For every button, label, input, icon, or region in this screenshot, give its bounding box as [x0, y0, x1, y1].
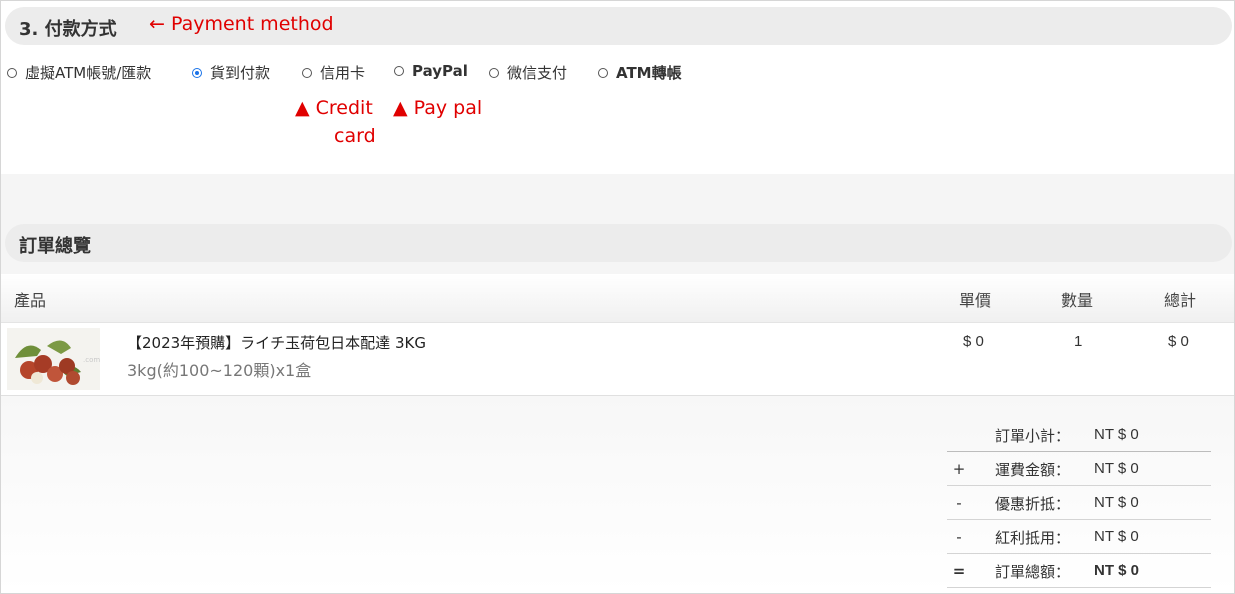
- column-header-unit-price: 單價: [959, 291, 992, 310]
- summary-operator: +: [952, 460, 966, 478]
- payment-option-virtual-atm[interactable]: 虛擬ATM帳號/匯款: [7, 62, 151, 83]
- radio-icon[interactable]: [302, 67, 312, 78]
- radio-icon[interactable]: [394, 66, 404, 76]
- payment-option-label: PayPal: [412, 62, 468, 80]
- summary-label: 訂單總額：: [995, 563, 1071, 581]
- payment-section-title: 3. 付款方式: [19, 19, 117, 40]
- product-spec: 3kg(約100~120顆)x1盒: [127, 361, 312, 380]
- summary-label: 訂單小計：: [995, 427, 1071, 445]
- summary-value: NT $ 0: [1094, 562, 1140, 579]
- svg-text:.com: .com: [83, 356, 100, 364]
- summary-label: 運費金額：: [995, 461, 1071, 479]
- quantity-value: 1: [1074, 333, 1083, 350]
- payment-option-label: 貨到付款: [210, 64, 271, 82]
- summary-grand-total: = 訂單總額： NT $ 0: [947, 554, 1211, 588]
- table-row: .com 【2023年預購】ライチ玉荷包日本配達 3KG 3kg(約100~12…: [1, 323, 1234, 396]
- summary-operator: =: [952, 562, 966, 580]
- payment-method-annotation: ← Payment method: [149, 13, 334, 35]
- payment-option-atm-transfer[interactable]: ATM轉帳: [598, 62, 682, 83]
- column-header-quantity: 數量: [1061, 291, 1094, 310]
- summary-operator: -: [956, 494, 962, 512]
- paypal-annotation: ▲ Pay pal: [393, 97, 483, 119]
- payment-option-label: 信用卡: [320, 64, 366, 82]
- radio-icon[interactable]: [489, 67, 499, 78]
- checkout-page: 3. 付款方式 ← Payment method 虛擬ATM帳號/匯款 貨到付款…: [0, 0, 1235, 594]
- total-value: $ 0: [1168, 333, 1189, 350]
- order-table-header: 產品 單價 數量 總計: [1, 274, 1234, 323]
- summary-value: NT $ 0: [1094, 460, 1139, 477]
- column-header-total: 總計: [1164, 291, 1197, 310]
- summary-shipping: + 運費金額： NT $ 0: [947, 452, 1211, 486]
- payment-option-wechat-pay[interactable]: 微信支付: [489, 62, 567, 83]
- column-header-product: 產品: [14, 291, 47, 310]
- summary-value: NT $ 0: [1094, 426, 1139, 443]
- summary-discount: - 優惠折抵： NT $ 0: [947, 486, 1211, 520]
- radio-selected-icon[interactable]: [192, 67, 202, 78]
- order-section-header: 訂單總覽: [5, 224, 1232, 262]
- order-section-title: 訂單總覽: [19, 236, 91, 257]
- credit-card-annotation: ▲ Credit: [295, 97, 373, 119]
- credit-card-annotation-line2: card: [334, 125, 376, 147]
- summary-value: NT $ 0: [1094, 494, 1139, 511]
- radio-icon[interactable]: [7, 67, 17, 78]
- summary-label: 優惠折抵：: [995, 495, 1071, 513]
- unit-price-value: $ 0: [963, 333, 984, 350]
- lychee-photo-icon[interactable]: .com: [7, 328, 100, 390]
- payment-option-label: ATM轉帳: [616, 64, 682, 82]
- radio-icon[interactable]: [598, 67, 608, 78]
- payment-option-credit-card[interactable]: 信用卡: [302, 62, 365, 83]
- summary-value: NT $ 0: [1094, 528, 1139, 545]
- summary-subtotal: 訂單小計： NT $ 0: [947, 418, 1211, 452]
- summary-label: 紅利抵用：: [995, 529, 1071, 547]
- summary-operator: -: [956, 528, 962, 546]
- product-name[interactable]: 【2023年預購】ライチ玉荷包日本配達 3KG: [127, 332, 426, 353]
- payment-option-label: 微信支付: [507, 64, 568, 82]
- summary-bonus-points: - 紅利抵用： NT $ 0: [947, 520, 1211, 554]
- payment-option-cash-on-delivery[interactable]: 貨到付款: [192, 62, 270, 83]
- payment-option-paypal[interactable]: PayPal: [394, 62, 468, 80]
- payment-option-label: 虛擬ATM帳號/匯款: [25, 64, 152, 82]
